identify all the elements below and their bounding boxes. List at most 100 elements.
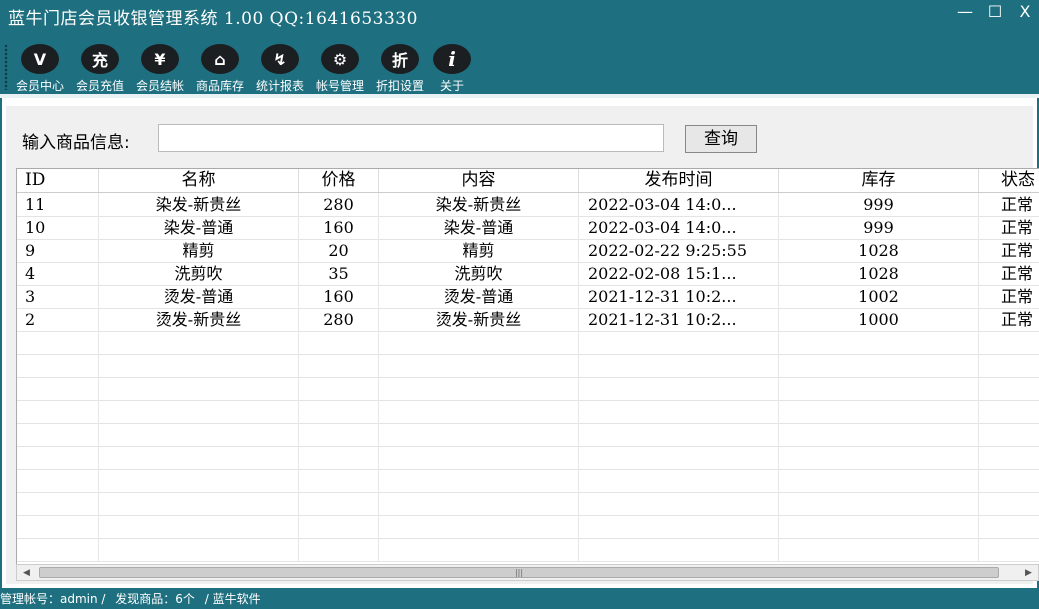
table-row[interactable]: 3 烫发-普通 160 烫发-普通 2021-12-31 10:2... 100…	[17, 285, 1039, 309]
empty-cell	[17, 354, 99, 377]
empty-cell	[579, 377, 779, 400]
empty-cell	[99, 492, 299, 515]
column-header-status[interactable]: 状态	[979, 169, 1039, 192]
search-input[interactable]	[158, 124, 664, 152]
table-row-empty	[17, 469, 1039, 493]
empty-cell	[17, 492, 99, 515]
toolbar-item-accounts[interactable]: ⚙ 帐号管理	[312, 44, 368, 94]
content-area: 输入商品信息: 查询 ID 名称 价格 内容 发布时间 库存 状态 11 染发-…	[6, 106, 1039, 584]
toolbar-grip	[4, 44, 8, 90]
empty-cell	[99, 354, 299, 377]
cell-stock: 1002	[779, 285, 979, 308]
scroll-right-arrow-icon[interactable]: ▶	[1021, 566, 1036, 580]
scrollbar-thumb[interactable]: |||	[39, 567, 999, 578]
empty-cell	[17, 423, 99, 446]
empty-cell	[779, 423, 979, 446]
column-header-content[interactable]: 内容	[379, 169, 579, 192]
report-icon: ↯	[261, 44, 299, 74]
empty-cell	[379, 469, 579, 492]
table-row-empty	[17, 423, 1039, 447]
empty-cell	[379, 354, 579, 377]
horizontal-scrollbar[interactable]: ◀ ||| ▶	[16, 564, 1039, 581]
empty-cell	[779, 446, 979, 469]
table-row-empty	[17, 354, 1039, 378]
cell-name: 烫发-普通	[99, 285, 299, 308]
empty-cell	[379, 515, 579, 538]
cell-publish-time: 2022-02-22 9:25:55	[579, 239, 779, 262]
table-row[interactable]: 4 洗剪吹 35 洗剪吹 2022-02-08 15:1... 1028 正常	[17, 262, 1039, 286]
cell-id: 10	[17, 216, 99, 239]
maximize-button[interactable]: ☐	[987, 2, 1003, 21]
cell-name: 精剪	[99, 239, 299, 262]
cell-id: 11	[17, 193, 99, 216]
empty-cell	[299, 354, 379, 377]
empty-cell	[379, 400, 579, 423]
cell-stock: 999	[779, 216, 979, 239]
toolbar-item-member-center[interactable]: V 会员中心	[12, 44, 68, 94]
cell-stock: 1028	[779, 239, 979, 262]
scroll-left-arrow-icon[interactable]: ◀	[19, 566, 34, 580]
empty-cell	[17, 469, 99, 492]
cell-name: 染发-普通	[99, 216, 299, 239]
empty-cell	[379, 331, 579, 354]
cell-price: 35	[299, 262, 379, 285]
search-label: 输入商品信息:	[22, 133, 130, 153]
status-vendor: / 蓝牛软件	[204, 592, 261, 606]
toolbar-item-about[interactable]: i 关于	[424, 44, 480, 94]
empty-cell	[99, 400, 299, 423]
table-row[interactable]: 10 染发-普通 160 染发-普通 2022-03-04 14:0... 99…	[17, 216, 1039, 240]
cell-stock: 1000	[779, 308, 979, 331]
cell-id: 4	[17, 262, 99, 285]
cell-id: 9	[17, 239, 99, 262]
empty-cell	[299, 423, 379, 446]
table-row[interactable]: 11 染发-新贵丝 280 染发-新贵丝 2022-03-04 14:0... …	[17, 193, 1039, 217]
cell-status: 正常	[979, 285, 1039, 308]
cell-id: 2	[17, 308, 99, 331]
toolbar-item-member-recharge[interactable]: 充 会员充值	[72, 44, 128, 94]
recharge-icon: 充	[81, 44, 119, 74]
toolbar-item-discount[interactable]: 折 折扣设置	[372, 44, 428, 94]
column-header-name[interactable]: 名称	[99, 169, 299, 192]
empty-cell	[579, 331, 779, 354]
table-header: ID 名称 价格 内容 发布时间 库存 状态	[17, 169, 1039, 193]
empty-cell	[579, 446, 779, 469]
info-icon: i	[433, 44, 471, 74]
empty-cell	[579, 423, 779, 446]
cell-content: 洗剪吹	[379, 262, 579, 285]
product-table[interactable]: ID 名称 价格 内容 发布时间 库存 状态 11 染发-新贵丝 280 染发-…	[16, 168, 1039, 565]
table-row-empty	[17, 492, 1039, 516]
empty-cell	[99, 469, 299, 492]
cell-publish-time: 2022-03-04 14:0...	[579, 216, 779, 239]
table-row-empty	[17, 538, 1039, 562]
empty-cell	[299, 492, 379, 515]
table-row[interactable]: 9 精剪 20 精剪 2022-02-22 9:25:55 1028 正常	[17, 239, 1039, 263]
close-button[interactable]: X	[1017, 2, 1033, 21]
column-header-id[interactable]: ID	[17, 169, 99, 192]
toolbar-item-inventory[interactable]: ⌂ 商品库存	[192, 44, 248, 94]
empty-cell	[379, 492, 579, 515]
cell-content: 精剪	[379, 239, 579, 262]
column-header-publish-time[interactable]: 发布时间	[579, 169, 779, 192]
toolbar-item-label: 帐号管理	[315, 79, 364, 93]
toolbar-item-member-checkout[interactable]: ¥ 会员结帐	[132, 44, 188, 94]
cell-content: 染发-普通	[379, 216, 579, 239]
empty-cell	[17, 400, 99, 423]
toolbar-item-label: 关于	[439, 79, 464, 93]
minimize-button[interactable]: —	[957, 2, 973, 21]
toolbar-item-reports[interactable]: ↯ 统计报表	[252, 44, 308, 94]
empty-cell	[779, 400, 979, 423]
empty-cell	[779, 492, 979, 515]
column-header-price[interactable]: 价格	[299, 169, 379, 192]
query-button[interactable]: 查询	[685, 125, 757, 153]
table-row[interactable]: 2 烫发-新贵丝 280 烫发-新贵丝 2021-12-31 10:2... 1…	[17, 308, 1039, 332]
cell-price: 280	[299, 193, 379, 216]
cell-stock: 999	[779, 193, 979, 216]
column-header-stock[interactable]: 库存	[779, 169, 979, 192]
empty-cell	[779, 515, 979, 538]
empty-cell	[299, 515, 379, 538]
cell-content: 烫发-普通	[379, 285, 579, 308]
table-row-empty	[17, 400, 1039, 424]
empty-cell	[299, 469, 379, 492]
cell-publish-time: 2022-02-08 15:1...	[579, 262, 779, 285]
empty-cell	[579, 492, 779, 515]
